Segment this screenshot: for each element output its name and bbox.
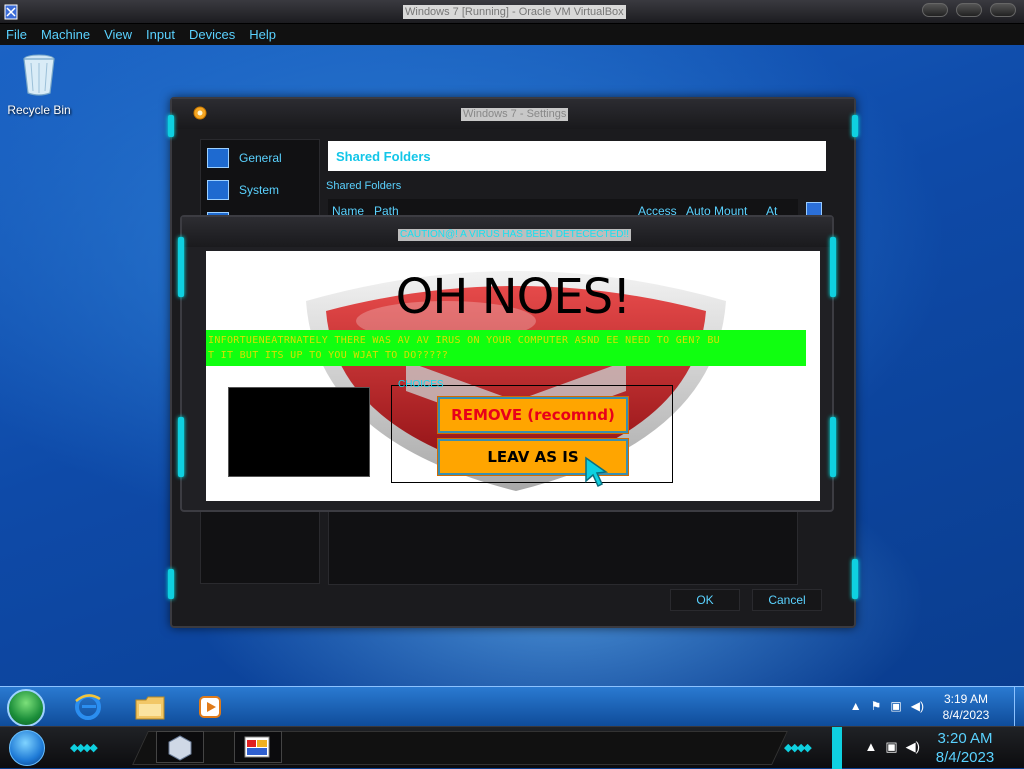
menu-view[interactable]: View — [104, 27, 132, 42]
maximize-button[interactable] — [956, 3, 982, 17]
black-image-box — [228, 387, 370, 477]
edge-strip-right-top — [830, 237, 836, 297]
virtualbox-app-icon — [4, 4, 18, 20]
edge-strip-left-bottom — [168, 569, 174, 599]
clock-date: 8/4/2023 — [942, 708, 990, 722]
choices-legend: CHOICES — [398, 379, 444, 390]
desktop-icon-recycle-bin[interactable]: Recycle Bin — [6, 53, 72, 117]
virus-dialog: CAUTION@! A VIRUS HAS BEEN DETECECTED!! … — [178, 215, 836, 512]
internet-explorer-icon[interactable] — [72, 691, 104, 723]
menu-input[interactable]: Input — [146, 27, 175, 42]
taskbar-accent-strip — [832, 727, 842, 769]
themed-clock-time: 3:20 AM — [937, 730, 993, 747]
section-sublabel: Shared Folders — [326, 180, 402, 192]
close-button[interactable] — [990, 3, 1016, 17]
edge-strip-right-bottom — [830, 417, 836, 477]
network-icon[interactable]: ▣ — [885, 739, 897, 755]
section-header: Shared Folders — [328, 141, 826, 171]
tray-icons: ▲ ⚑ ▣ ◀) — [850, 699, 924, 713]
gear-icon — [193, 106, 207, 120]
virus-dialog-title: CAUTION@! A VIRUS HAS BEEN DETECECTED!! — [398, 229, 632, 241]
taskbar-virtualbox-button[interactable] — [156, 731, 204, 763]
nav-item-general[interactable]: General — [207, 148, 282, 168]
edge-strip-left-bottom — [178, 417, 184, 477]
chip-icon — [207, 180, 229, 200]
nav-item-label: System — [239, 183, 280, 197]
monitor-icon — [207, 148, 229, 168]
host-titlebar: Windows 7 [Running] - Oracle VM VirtualB… — [0, 0, 1024, 24]
tray2-icons: ▲ ▣ ◀) — [865, 739, 921, 755]
minimize-button[interactable] — [922, 3, 948, 17]
media-player-icon[interactable] — [194, 691, 226, 723]
shared-folders-list[interactable] — [328, 509, 798, 585]
show-desktop-button[interactable] — [1014, 687, 1024, 727]
edge-strip-left-top — [168, 115, 174, 137]
clock-time: 3:19 AM — [943, 692, 989, 706]
start-button[interactable] — [7, 689, 45, 727]
edge-strip-right-top — [852, 115, 858, 137]
virus-heading: OH NOES! — [395, 269, 632, 325]
menu-devices[interactable]: Devices — [189, 27, 235, 42]
chevron-up-icon[interactable]: ▲ — [850, 699, 862, 713]
virtualbox-icon — [168, 735, 192, 761]
cancel-button[interactable]: Cancel — [752, 589, 822, 611]
themed-taskbar: ◆◆◆◆ ◆◆◆◆ ▲ ▣ ◀) 3:20 AM 8/4/2023 — [0, 726, 1024, 769]
virus-dialog-content: OH NOES! INFORTUENEATRNATELY THERE WAS A… — [206, 251, 820, 501]
chevron-up-icon[interactable]: ▲ — [865, 739, 878, 755]
recycle-bin-icon — [23, 54, 55, 96]
themed-clock-date: 8/4/2023 — [935, 749, 995, 766]
clock[interactable]: 3:19 AM 8/4/2023 — [936, 691, 996, 723]
volume-icon[interactable]: ◀) — [906, 739, 920, 755]
app-window-icon — [244, 736, 270, 758]
remove-button[interactable]: REMOVE (recomnd) — [437, 396, 629, 434]
menu-machine[interactable]: Machine — [41, 27, 90, 42]
menu-help[interactable]: Help — [249, 27, 276, 42]
edge-strip-left-top — [178, 237, 184, 297]
virus-message-line-2: T IT BUT ITS UP TO YOU WJAT TO DO????? — [208, 350, 449, 361]
virus-message-line-1: INFORTUENEATRNATELY THERE WAS AV AV IRUS… — [208, 335, 720, 346]
choices-group: CHOICES REMOVE (recomnd) LEAV AS IS — [391, 379, 673, 483]
ok-button[interactable]: OK — [670, 589, 740, 611]
chevron-decor-left: ◆◆◆◆ — [70, 742, 98, 754]
flag-icon[interactable]: ⚑ — [871, 699, 882, 713]
menu-file[interactable]: File — [6, 27, 27, 42]
host-menubar: File Machine View Input Devices Help — [0, 24, 1024, 45]
host-window-title: Windows 7 [Running] - Oracle VM VirtualB… — [403, 5, 626, 19]
settings-title: Windows 7 - Settings — [461, 108, 569, 121]
edge-strip-right-bottom — [852, 559, 858, 599]
taskbar-track — [132, 731, 788, 765]
volume-icon[interactable]: ◀) — [911, 699, 924, 713]
nav-item-label: General — [239, 151, 282, 165]
recycle-bin-label: Recycle Bin — [7, 103, 71, 117]
cursor-icon — [585, 456, 609, 488]
taskbar-app-button[interactable] — [234, 731, 282, 763]
host-window-controls — [922, 3, 1016, 17]
virus-message: INFORTUENEATRNATELY THERE WAS AV AV IRUS… — [206, 330, 806, 366]
themed-clock[interactable]: 3:20 AM 8/4/2023 — [930, 729, 1000, 767]
guest-taskbar: ▲ ⚑ ▣ ◀) 3:19 AM 8/4/2023 — [0, 686, 1024, 727]
folder-icon[interactable] — [134, 691, 166, 723]
themed-start-button[interactable] — [9, 730, 45, 766]
nav-item-system[interactable]: System — [207, 180, 279, 200]
chevron-decor-right: ◆◆◆◆ — [784, 742, 812, 754]
network-icon[interactable]: ▣ — [890, 699, 901, 713]
